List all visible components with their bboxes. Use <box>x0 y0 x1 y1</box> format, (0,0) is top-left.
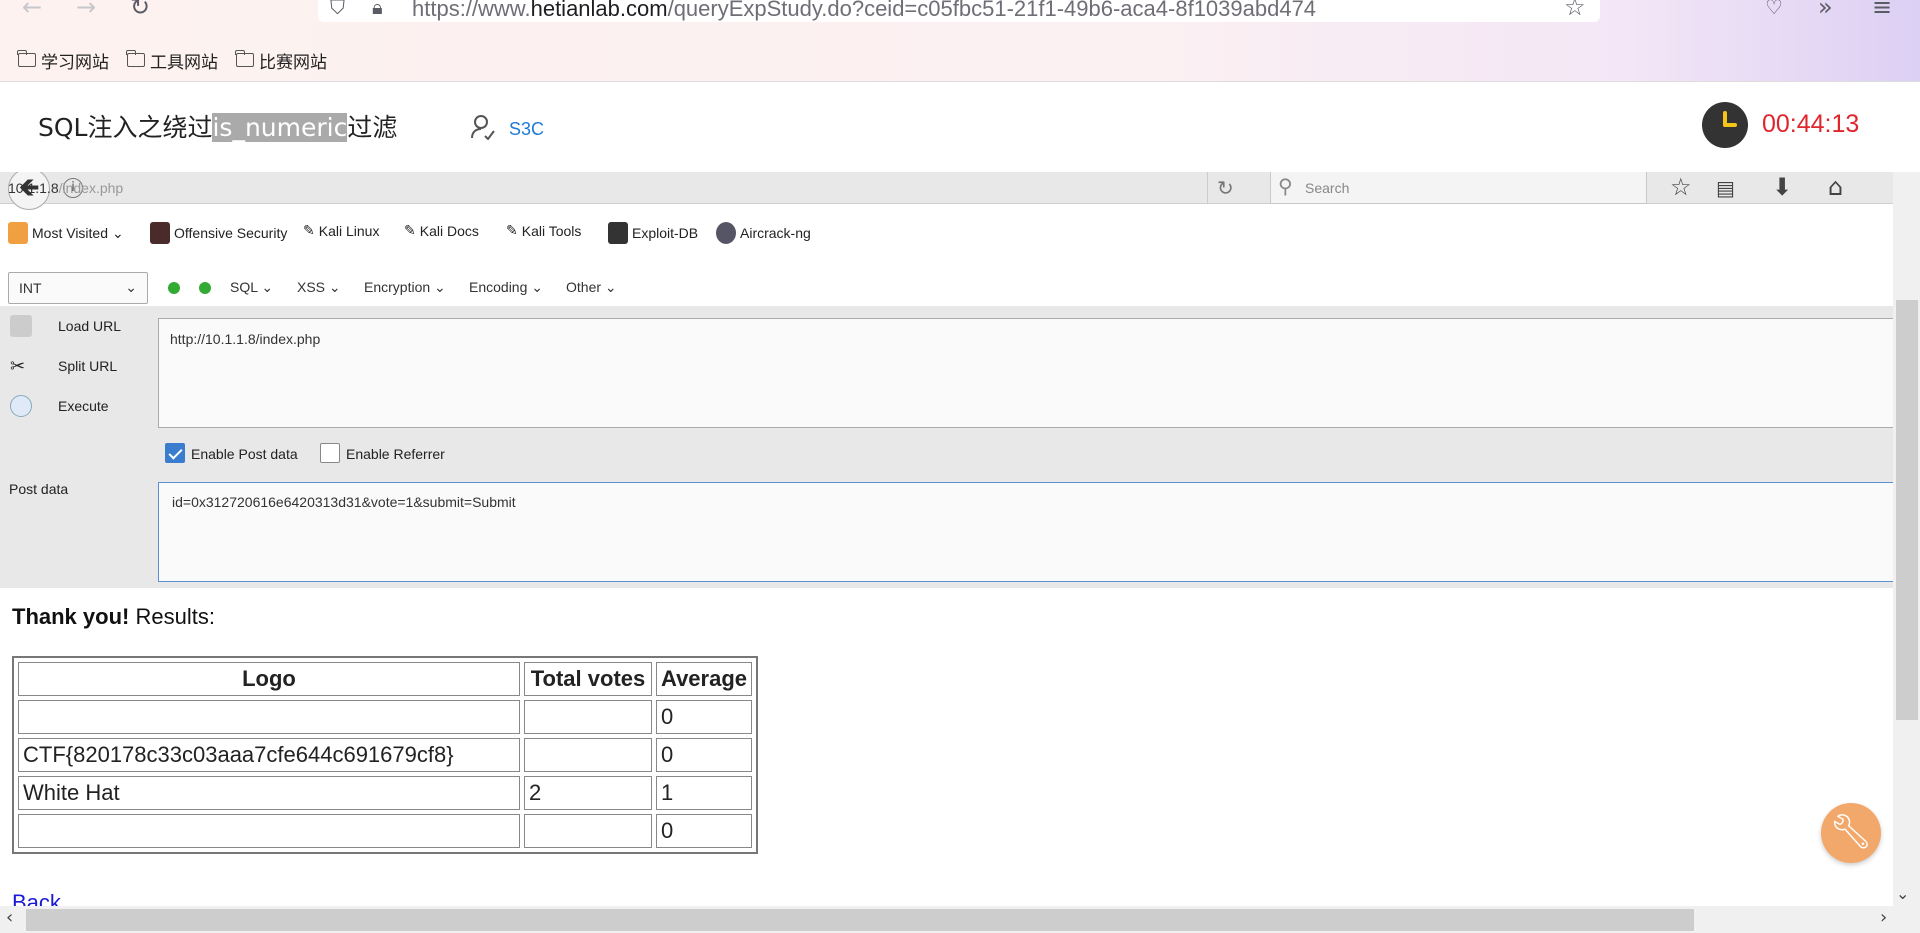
lock-icon: 🔒︎ <box>372 0 383 19</box>
reload-icon[interactable]: ↻ <box>130 0 150 19</box>
menu-icon[interactable]: ≡ <box>1872 0 1892 19</box>
scroll-left-icon[interactable]: ‹ <box>6 907 13 928</box>
kali-dragon-icon: ✎ <box>404 222 416 238</box>
enable-post-checkbox[interactable] <box>165 443 185 463</box>
vertical-scroll-thumb[interactable] <box>1896 300 1918 720</box>
decrease-icon[interactable] <box>168 282 180 294</box>
folder-icon <box>17 50 36 67</box>
hackbar-menu-sql[interactable]: SQL ⌄ <box>230 279 273 296</box>
most-visited-icon <box>8 222 28 244</box>
user-icon <box>471 115 495 140</box>
hackbar-menu-encoding[interactable]: Encoding ⌄ <box>469 279 543 296</box>
lab-title: SQL注入之绕过is_numeric过滤 <box>38 113 398 142</box>
hackbar-menu-encryption[interactable]: Encryption ⌄ <box>364 279 446 296</box>
reading-list-icon[interactable]: ▤ <box>1716 176 1735 200</box>
forward-arrow-icon[interactable]: → <box>76 0 96 19</box>
shield-icon[interactable]: ⛉ <box>330 0 345 18</box>
increase-icon[interactable] <box>199 282 211 294</box>
kali-dragon-icon: ✎ <box>303 222 315 238</box>
results-heading: Thank you! Results: <box>12 604 215 629</box>
scroll-right-icon[interactable]: › <box>1880 907 1887 928</box>
url-text[interactable]: https://www.hetianlab.com/queryExpStudy.… <box>412 0 1316 22</box>
vm-bookmarks-bar: Most Visited ⌄ Offensive Security ✎ Kali L… <box>0 222 1900 252</box>
hackbar-type-select[interactable]: INT ⌄ <box>8 272 148 304</box>
search-icon: ⚲ <box>1278 174 1293 198</box>
horizontal-scroll-thumb[interactable] <box>26 909 1694 931</box>
kali-dragon-icon: ✎ <box>506 222 518 238</box>
aircrack-icon <box>716 222 736 244</box>
vm-bookmark-star-icon[interactable]: ☆ <box>1670 173 1692 201</box>
header-logo: Logo <box>18 662 520 696</box>
exploit-db-icon <box>608 222 628 244</box>
table-header-row: Logo Total votes Average <box>18 662 753 696</box>
load-url-icon <box>10 315 32 337</box>
overflow-chevrons-icon[interactable]: » <box>1818 0 1833 19</box>
vm-reload-icon[interactable]: ↻ <box>1217 176 1234 200</box>
bookmark-folder-contests[interactable]: 比赛网站 <box>235 48 327 73</box>
vm-search-placeholder: Search <box>1305 180 1350 196</box>
play-icon <box>10 395 32 417</box>
bookmark-star-icon[interactable]: ☆ <box>1564 0 1586 19</box>
table-row: CTF{820178c33c03aaa7cfe644c691679cf8} 0 <box>18 738 753 772</box>
bookmark-folder-tools[interactable]: 工具网站 <box>126 48 218 73</box>
vm-address-bar[interactable] <box>94 172 1208 204</box>
download-icon[interactable]: ⬇ <box>1772 173 1792 201</box>
post-data-label: Post data <box>9 481 69 497</box>
enable-post-label: Enable Post data <box>191 446 298 462</box>
bookmark-folder-study[interactable]: 学习网站 <box>17 48 109 73</box>
header-average: Average <box>656 662 753 696</box>
pocket-icon[interactable]: ♡ <box>1765 0 1783 18</box>
scissors-icon: ✂ <box>10 356 26 376</box>
chevron-down-icon: ⌄ <box>112 224 124 241</box>
hackbar-toolbar: INT ⌄ SQL ⌄ XSS ⌄ Encryption ⌄ Encoding ⌄… <box>0 270 1900 306</box>
wrench-icon[interactable]: 🔧︎ <box>1821 803 1881 863</box>
vm-bookmark-kali-docs[interactable]: ✎ Kali Docs <box>404 222 479 239</box>
folder-icon <box>126 50 145 67</box>
scroll-down-icon[interactable]: ⌄ <box>1896 884 1909 903</box>
chevron-down-icon: ⌄ <box>125 279 137 295</box>
enable-referrer-label: Enable Referrer <box>346 446 445 462</box>
vm-bookmark-kali-tools[interactable]: ✎ Kali Tools <box>506 222 581 239</box>
vm-url-text[interactable]: 10.1.1.8/index.php <box>8 180 123 196</box>
bookmarks-bar: 学习网站 工具网站 比赛网站 <box>17 48 327 73</box>
hackbar-menu-other[interactable]: Other ⌄ <box>566 279 617 296</box>
header-total-votes: Total votes <box>524 662 652 696</box>
vm-bookmark-aircrack[interactable]: Aircrack-ng <box>716 222 811 244</box>
enable-referrer-checkbox[interactable] <box>320 443 340 463</box>
hackbar-url-textarea[interactable] <box>158 318 1900 428</box>
back-arrow-icon[interactable]: ← <box>22 0 42 19</box>
home-icon[interactable]: ⌂ <box>1828 173 1843 201</box>
results-table: Logo Total votes Average 0 CTF{820178c33… <box>12 656 759 854</box>
vm-bookmark-kali-linux[interactable]: ✎ Kali Linux <box>303 222 379 239</box>
table-row: 0 <box>18 700 753 734</box>
vm-bookmark-offsec[interactable]: Offensive Security <box>150 222 287 244</box>
countdown-timer: 00:44:13 <box>1762 110 1860 138</box>
user-name: S3C <box>509 119 545 139</box>
vm-bookmark-exploit-db[interactable]: Exploit-DB <box>608 222 698 244</box>
table-row: 0 <box>18 814 753 848</box>
folder-icon <box>235 50 254 67</box>
offsec-icon <box>150 222 170 244</box>
hackbar-menu-xss[interactable]: XSS ⌄ <box>297 279 341 296</box>
post-data-value: id=0x312720616e6420313d31&vote=1&submit=… <box>172 494 516 510</box>
clock-icon <box>1702 102 1748 148</box>
vm-bookmark-most-visited[interactable]: Most Visited ⌄ <box>8 222 124 244</box>
hackbar-url-value: http://10.1.1.8/index.php <box>170 331 321 347</box>
table-row: White Hat 2 1 <box>18 776 753 810</box>
